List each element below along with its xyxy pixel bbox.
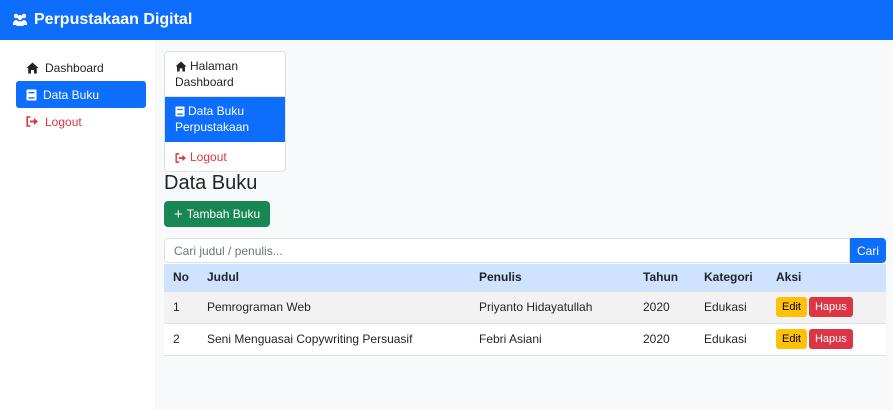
home-icon (26, 62, 39, 73)
column-header-judul: Judul (198, 264, 470, 292)
list-item-halaman-dashboard[interactable]: Halaman Dashboard (165, 52, 285, 97)
nav-list-group: Halaman Dashboard Data Buku Perpustakaan… (164, 51, 286, 172)
cell-penulis: Priyanto Hidayatullah (470, 291, 634, 324)
search-input[interactable] (164, 238, 850, 263)
cell-kategori: Edukasi (695, 291, 767, 324)
cell-penulis: Febri Asiani (470, 323, 634, 356)
brand[interactable]: Perpustakaan Digital (12, 11, 192, 29)
book-icon (175, 106, 185, 117)
column-header-no: No (164, 264, 198, 292)
cell-aksi: Edit Hapus (767, 291, 886, 324)
top-navbar: Perpustakaan Digital (0, 0, 893, 40)
sidebar-item-logout[interactable]: Logout (16, 108, 146, 135)
column-header-aksi: Aksi (767, 264, 886, 292)
add-book-label: Tambah Buku (186, 207, 261, 221)
sidebar-item-label: Dashboard (45, 60, 104, 75)
cell-aksi: Edit Hapus (767, 323, 886, 356)
cell-kategori: Edukasi (695, 323, 767, 356)
cell-no: 1 (164, 291, 198, 324)
cell-tahun: 2020 (634, 323, 695, 356)
column-header-tahun: Tahun (634, 264, 695, 292)
column-header-kategori: Kategori (695, 264, 767, 292)
edit-button[interactable]: Edit (776, 329, 807, 349)
cell-judul: Seni Menguasai Copywriting Persuasif (198, 323, 470, 356)
sidebar-item-label: Data Buku (43, 87, 100, 102)
column-header-penulis: Penulis (470, 264, 634, 292)
cell-tahun: 2020 (634, 291, 695, 324)
users-icon (13, 13, 27, 26)
sidebar-item-data-buku[interactable]: Data Buku (16, 81, 146, 108)
table-header-row: No Judul Penulis Tahun Kategori Aksi (164, 264, 886, 292)
logout-icon (26, 116, 38, 127)
sidebar-item-label: Logout (45, 114, 82, 129)
list-item-label: Data Buku Perpustakaan (175, 104, 250, 134)
delete-button[interactable]: Hapus (808, 297, 853, 317)
book-icon (26, 89, 37, 100)
delete-button[interactable]: Hapus (808, 329, 853, 349)
add-book-button[interactable]: + Tambah Buku (164, 201, 271, 227)
main-content: Halaman Dashboard Data Buku Perpustakaan… (155, 40, 893, 410)
cell-no: 2 (164, 323, 198, 356)
logout-icon (175, 153, 186, 163)
search-button[interactable]: Cari (850, 238, 886, 263)
table-row: 1 Pemrograman Web Priyanto Hidayatullah … (164, 291, 886, 324)
sidebar: Dashboard Data Buku Logout (0, 40, 155, 410)
list-item-data-buku-perpustakaan[interactable]: Data Buku Perpustakaan (165, 97, 285, 142)
table-row: 2 Seni Menguasai Copywriting Persuasif F… (164, 323, 886, 356)
brand-title: Perpustakaan Digital (34, 11, 193, 28)
plus-icon: + (174, 205, 183, 223)
books-table: No Judul Penulis Tahun Kategori Aksi 1 P… (164, 264, 886, 356)
edit-button[interactable]: Edit (776, 297, 807, 317)
sidebar-item-dashboard[interactable]: Dashboard (16, 54, 146, 81)
home-icon (175, 61, 187, 72)
list-item-logout[interactable]: Logout (165, 142, 285, 171)
cell-judul: Pemrograman Web (198, 291, 470, 324)
page-title: Data Buku (164, 172, 258, 194)
list-item-label: Logout (190, 150, 227, 164)
